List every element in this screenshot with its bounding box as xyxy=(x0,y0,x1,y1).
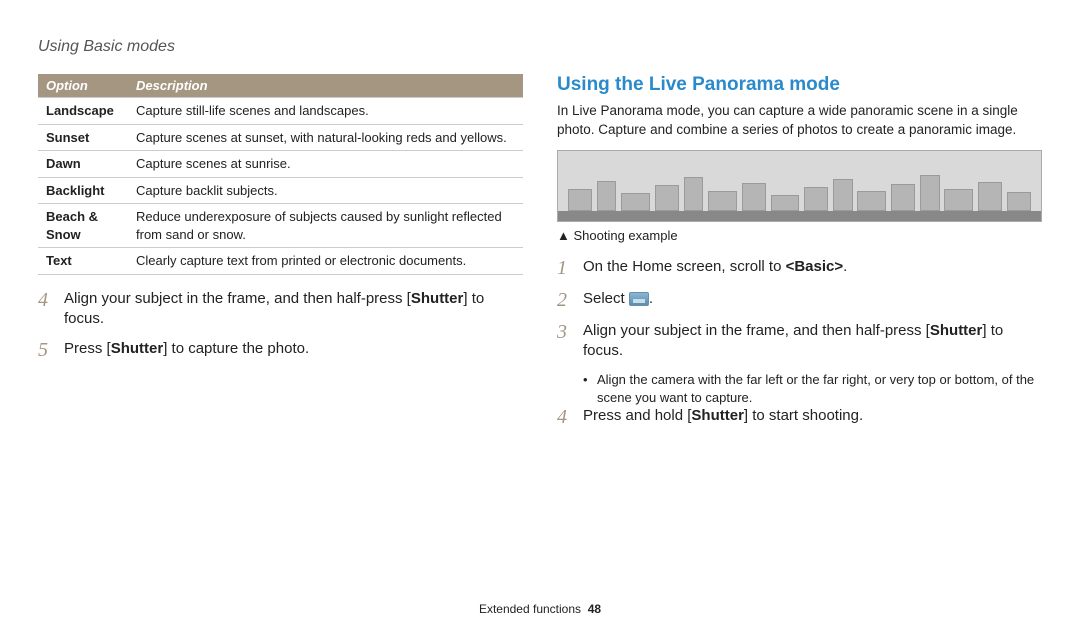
step-number: 4 xyxy=(38,289,64,311)
text-fragment: On the Home screen, scroll to xyxy=(583,258,786,275)
bullet-icon: • xyxy=(583,371,597,406)
text-bold: Shutter xyxy=(411,290,464,307)
text-bold: Shutter xyxy=(930,322,983,339)
page-footer: Extended functions 48 xyxy=(0,602,1080,616)
right-steps: 1 On the Home screen, scroll to <Basic>.… xyxy=(557,257,1042,429)
section-intro: In Live Panorama mode, you can capture a… xyxy=(557,102,1042,140)
desc-cell: Reduce underexposure of subjects caused … xyxy=(128,204,523,248)
opt-cell: Backlight xyxy=(38,177,128,204)
page-number: 48 xyxy=(588,602,601,616)
text-fragment: Select xyxy=(583,290,629,307)
text-bold: <Basic> xyxy=(786,258,844,275)
step-text: Select . xyxy=(583,289,653,309)
two-column-layout: Option Description LandscapeCapture stil… xyxy=(38,74,1042,438)
table-head-description: Description xyxy=(128,74,523,98)
opt-cell: Beach & Snow xyxy=(38,204,128,248)
step-text: On the Home screen, scroll to <Basic>. xyxy=(583,257,847,277)
text-fragment: ] to start shooting. xyxy=(744,407,863,424)
panorama-illustration xyxy=(557,150,1042,222)
options-table: Option Description LandscapeCapture stil… xyxy=(38,74,523,275)
step-4: 4 Press and hold [Shutter] to start shoo… xyxy=(557,406,1042,428)
text-fragment: Press [ xyxy=(64,340,111,357)
step-3-bullet: • Align the camera with the far left or … xyxy=(557,371,1042,406)
text-fragment: Align your subject in the frame, and the… xyxy=(64,290,411,307)
step-number: 4 xyxy=(557,406,583,428)
desc-cell: Capture scenes at sunset, with natural-l… xyxy=(128,124,523,151)
desc-cell: Capture scenes at sunrise. xyxy=(128,151,523,178)
step-text: Align your subject in the frame, and the… xyxy=(64,289,523,330)
panorama-mode-icon xyxy=(629,292,649,306)
panorama-caption: ▲ Shooting example xyxy=(557,228,1042,243)
text-fragment: Press and hold [ xyxy=(583,407,691,424)
section-title: Using the Live Panorama mode xyxy=(557,74,1042,96)
text-bold: Shutter xyxy=(111,340,164,357)
table-row: BacklightCapture backlit subjects. xyxy=(38,177,523,204)
step-number: 2 xyxy=(557,289,583,311)
step-text: Press and hold [Shutter] to start shooti… xyxy=(583,406,863,426)
opt-cell: Dawn xyxy=(38,151,128,178)
opt-cell: Text xyxy=(38,248,128,275)
desc-cell: Clearly capture text from printed or ele… xyxy=(128,248,523,275)
page-header: Using Basic modes xyxy=(38,38,1042,56)
table-row: DawnCapture scenes at sunrise. xyxy=(38,151,523,178)
step-5: 5 Press [Shutter] to capture the photo. xyxy=(38,339,523,361)
text-bold: Shutter xyxy=(691,407,744,424)
step-text: Press [Shutter] to capture the photo. xyxy=(64,339,309,359)
step-text: Align your subject in the frame, and the… xyxy=(583,321,1042,362)
text-fragment: Align your subject in the frame, and the… xyxy=(583,322,930,339)
step-number: 3 xyxy=(557,321,583,343)
bullet-text: Align the camera with the far left or th… xyxy=(597,371,1042,406)
table-row: LandscapeCapture still-life scenes and l… xyxy=(38,98,523,125)
opt-cell: Sunset xyxy=(38,124,128,151)
table-row: SunsetCapture scenes at sunset, with nat… xyxy=(38,124,523,151)
table-row: Beach & SnowReduce underexposure of subj… xyxy=(38,204,523,248)
text-fragment: . xyxy=(649,290,653,307)
table-head-option: Option xyxy=(38,74,128,98)
step-4: 4 Align your subject in the frame, and t… xyxy=(38,289,523,330)
triangle-up-icon: ▲ xyxy=(557,228,570,243)
opt-cell: Landscape xyxy=(38,98,128,125)
step-number: 5 xyxy=(38,339,64,361)
desc-cell: Capture still-life scenes and landscapes… xyxy=(128,98,523,125)
step-2: 2 Select . xyxy=(557,289,1042,311)
step-number: 1 xyxy=(557,257,583,279)
footer-section: Extended functions xyxy=(479,602,581,616)
table-row: TextClearly capture text from printed or… xyxy=(38,248,523,275)
text-fragment: . xyxy=(843,258,847,275)
text-fragment: ] to capture the photo. xyxy=(163,340,309,357)
left-steps: 4 Align your subject in the frame, and t… xyxy=(38,289,523,362)
step-3: 3 Align your subject in the frame, and t… xyxy=(557,321,1042,362)
left-column: Option Description LandscapeCapture stil… xyxy=(38,74,523,438)
step-1: 1 On the Home screen, scroll to <Basic>. xyxy=(557,257,1042,279)
right-column: Using the Live Panorama mode In Live Pan… xyxy=(557,74,1042,438)
caption-text: Shooting example xyxy=(574,228,678,243)
desc-cell: Capture backlit subjects. xyxy=(128,177,523,204)
